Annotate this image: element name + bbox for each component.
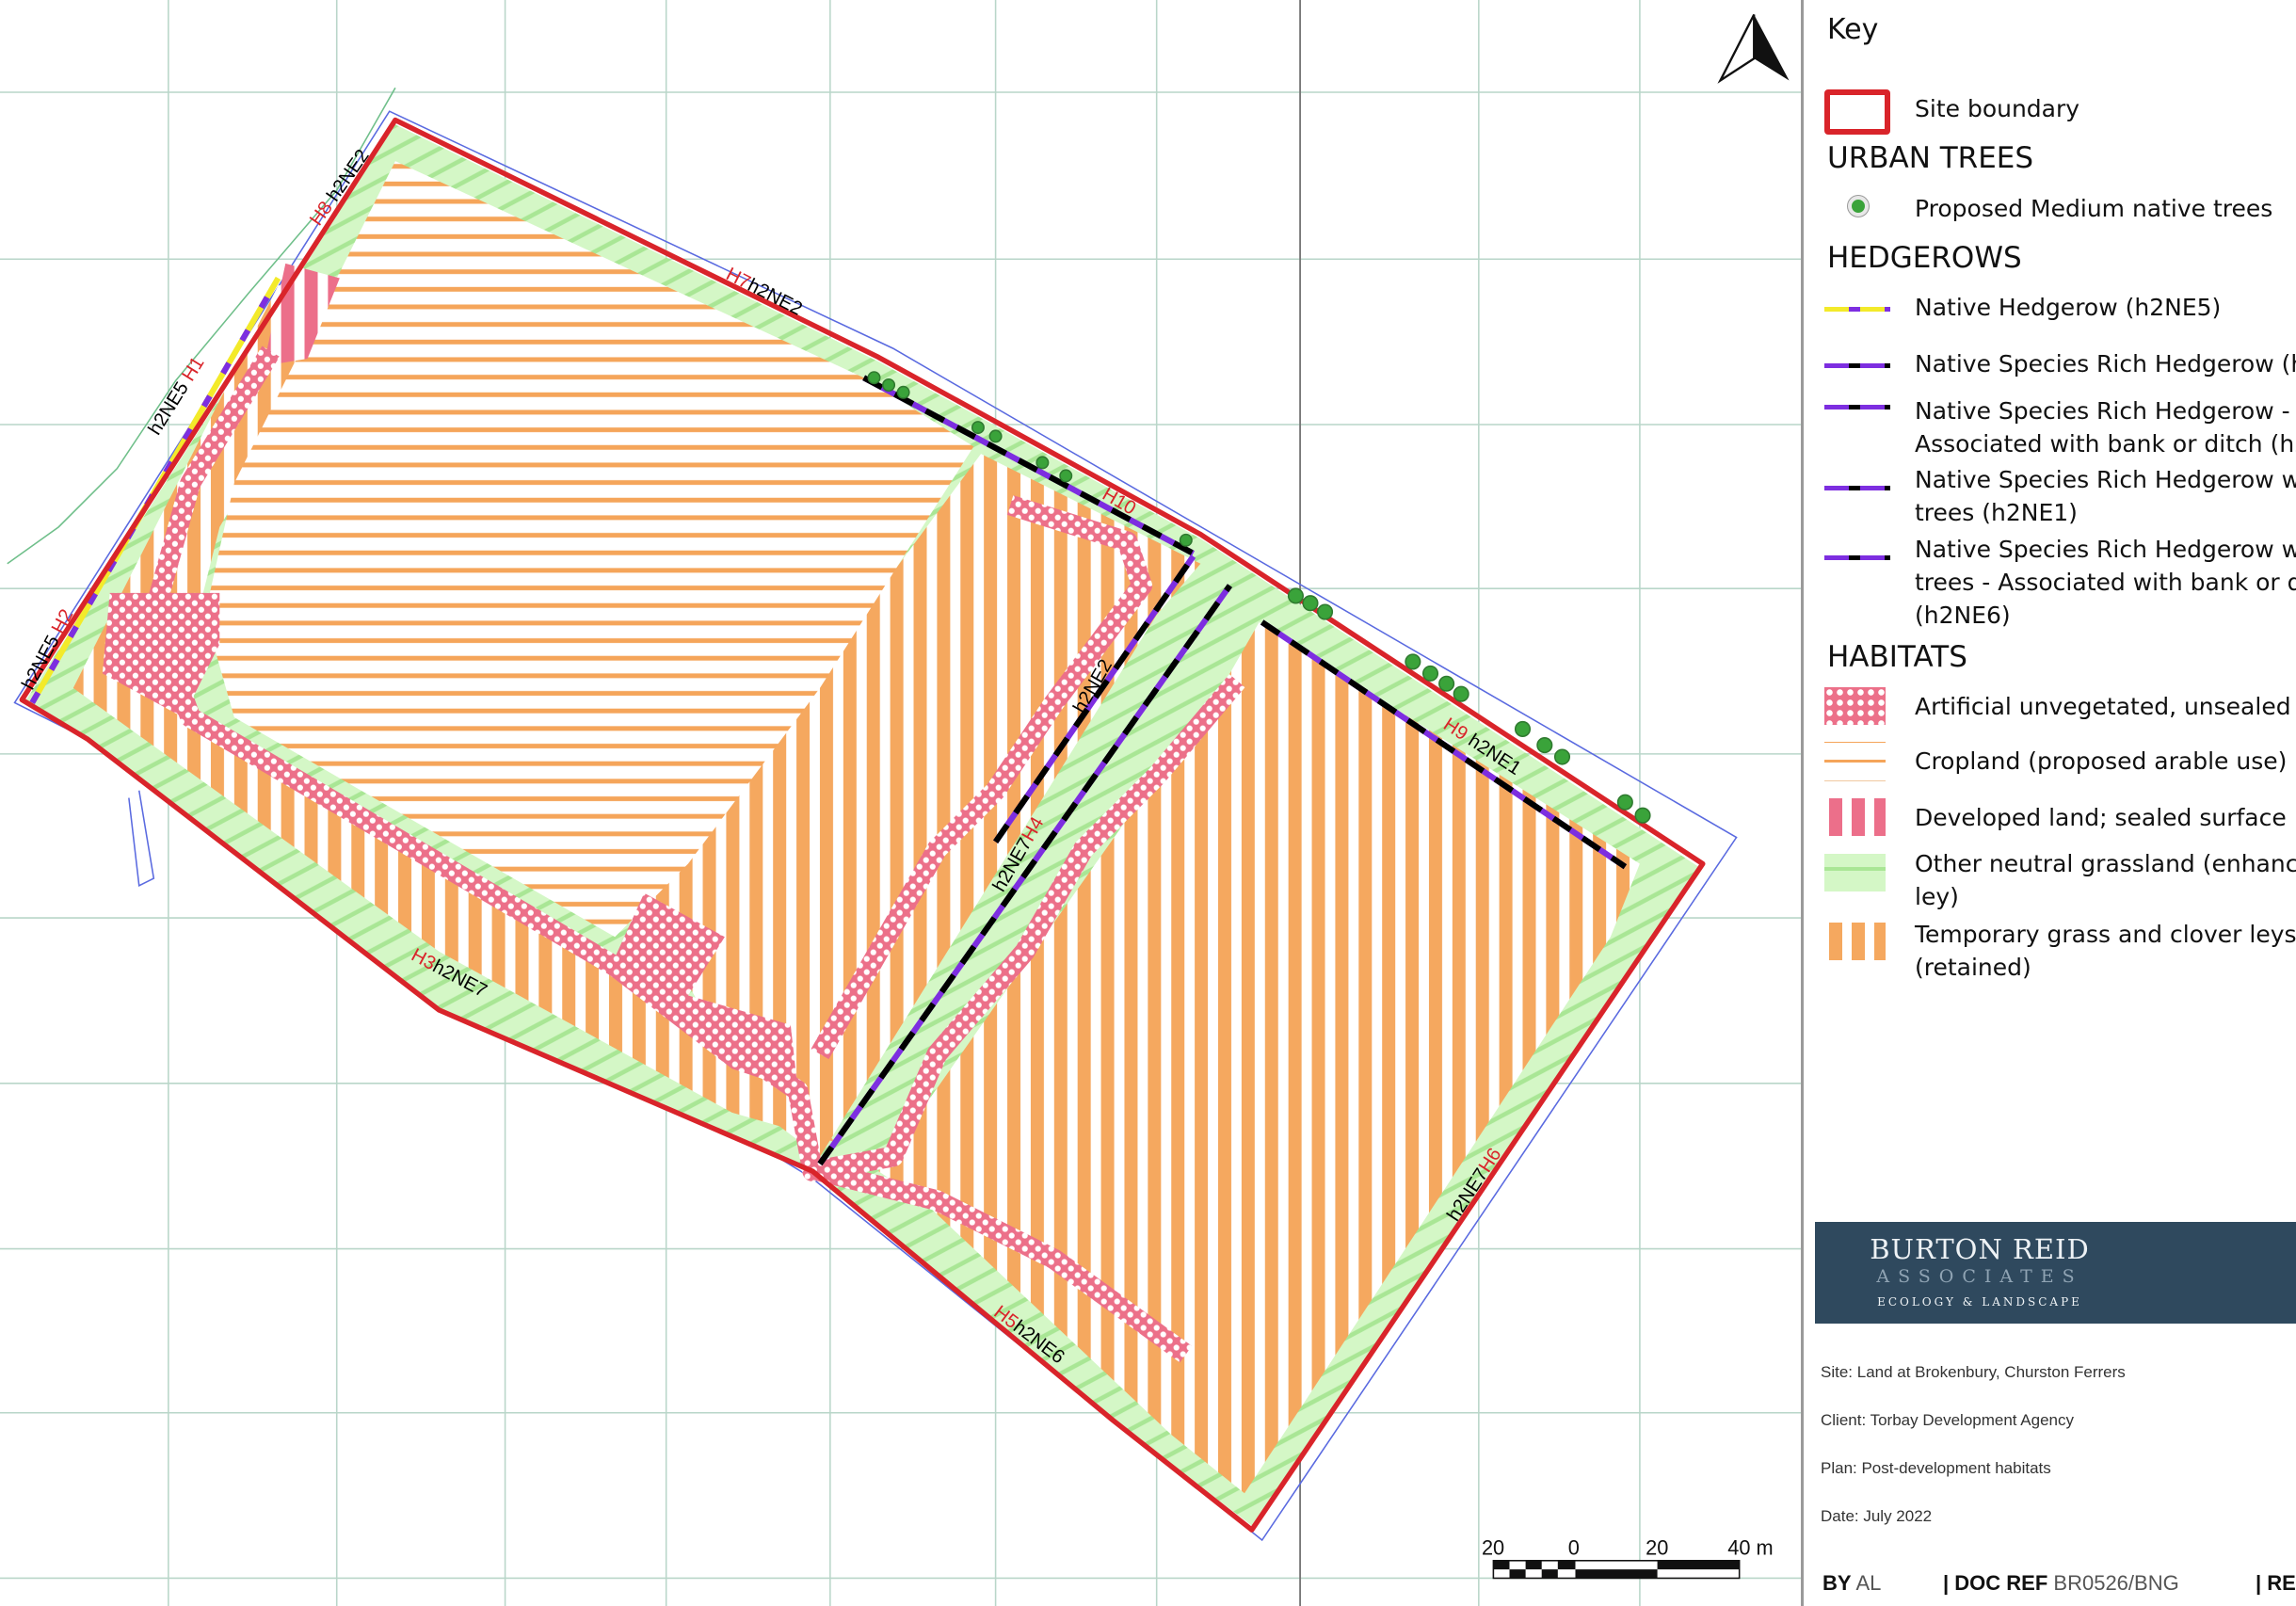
legend-site-boundary: Site boundary bbox=[1915, 92, 2079, 125]
legend-hedge-4c: (h2NE6) bbox=[1915, 599, 2011, 632]
tree-icon bbox=[1848, 196, 1869, 217]
legend-hedge-4a: Native Species Rich Hedgerow with bbox=[1915, 533, 2296, 566]
legend-habitat-0: Artificial unvegetated, unsealed surfac bbox=[1915, 690, 2296, 723]
grassland-swatch bbox=[1824, 854, 1886, 891]
legend-hedge-4b: trees - Associated with bank or ditch bbox=[1915, 566, 2296, 599]
habitat-map: H8 h2NE2 H7h2NE2 H10 h2NE5 H1 h2NE5 H2 H… bbox=[0, 0, 1801, 1606]
legend-hedge-3b: trees (h2NE1) bbox=[1915, 496, 2078, 529]
legend-habitat-4a: Temporary grass and clover leys bbox=[1915, 918, 2296, 951]
legend-urban-trees-heading: URBAN TREES bbox=[1827, 141, 2033, 175]
developed-swatch bbox=[1824, 798, 1886, 836]
legend-panel: Key Site boundary URBAN TREES Proposed M… bbox=[1801, 0, 2296, 1606]
artificial-swatch bbox=[1824, 687, 1886, 725]
hedge-native-swatch bbox=[1824, 307, 1890, 312]
legend-habitats-heading: HABITATS bbox=[1827, 640, 1967, 674]
hedge-rich-trees-swatch bbox=[1824, 486, 1890, 490]
hedge-rich-swatch bbox=[1824, 363, 1890, 368]
hedge-rich-trees-bank-swatch bbox=[1824, 555, 1890, 560]
info-site: Site: Land at Brokenbury, Churston Ferre… bbox=[1821, 1363, 2126, 1382]
company-logo: BURTON REID ASSOCIATES ECOLOGY & LANDSCA… bbox=[1815, 1222, 2296, 1324]
cropland-swatch bbox=[1824, 742, 1886, 781]
temporary-grass-swatch bbox=[1824, 923, 1886, 960]
footer-docref: | DOC REF BR0526/BNG bbox=[1943, 1571, 2179, 1596]
logo-line-1: BURTON REID bbox=[1815, 1233, 2144, 1265]
info-date: Date: July 2022 bbox=[1821, 1507, 1932, 1526]
legend-title: Key bbox=[1827, 13, 1878, 46]
logo-line-2: ASSOCIATES bbox=[1815, 1266, 2144, 1287]
legend-hedge-3a: Native Species Rich Hedgerow with bbox=[1915, 463, 2296, 496]
legend-hedgerows-heading: HEDGEROWS bbox=[1827, 241, 2022, 275]
hedge-rich-bank-swatch bbox=[1824, 405, 1890, 410]
logo-line-3: ECOLOGY & LANDSCAPE bbox=[1815, 1295, 2144, 1309]
legend-hedge-0: Native Hedgerow (h2NE5) bbox=[1915, 291, 2221, 324]
legend-habitat-3a: Other neutral grassland (enhanced g bbox=[1915, 847, 2296, 880]
legend-hedge-1: Native Species Rich Hedgerow (h2N bbox=[1915, 347, 2296, 380]
north-arrow-icon bbox=[1720, 15, 1789, 81]
legend-habitat-3b: ley) bbox=[1915, 880, 1959, 913]
info-plan: Plan: Post-development habitats bbox=[1821, 1459, 2051, 1478]
legend-habitat-1: Cropland (proposed arable use) bbox=[1915, 745, 2287, 778]
site-boundary-swatch bbox=[1824, 89, 1890, 135]
legend-hedge-2b: Associated with bank or ditch (h2NE bbox=[1915, 427, 2296, 460]
scale-label-1: 0 bbox=[1568, 1536, 1580, 1560]
legend-proposed-trees: Proposed Medium native trees bbox=[1915, 192, 2272, 225]
footer-by: BY AL bbox=[1822, 1571, 1881, 1596]
legend-habitat-2: Developed land; sealed surface bbox=[1915, 801, 2287, 834]
footer-rev: | REV bbox=[2256, 1571, 2296, 1596]
scale-label-3: 40 m bbox=[1727, 1536, 1773, 1560]
scale-label-2: 20 bbox=[1646, 1536, 1668, 1560]
scale-bar: 20 0 20 40 m bbox=[1482, 1536, 1774, 1579]
legend-hedge-2a: Native Species Rich Hedgerow - bbox=[1915, 394, 2290, 427]
legend-habitat-4b: (retained) bbox=[1915, 951, 2031, 984]
scale-label-0: 20 bbox=[1482, 1536, 1504, 1560]
info-client: Client: Torbay Development Agency bbox=[1821, 1411, 2074, 1430]
